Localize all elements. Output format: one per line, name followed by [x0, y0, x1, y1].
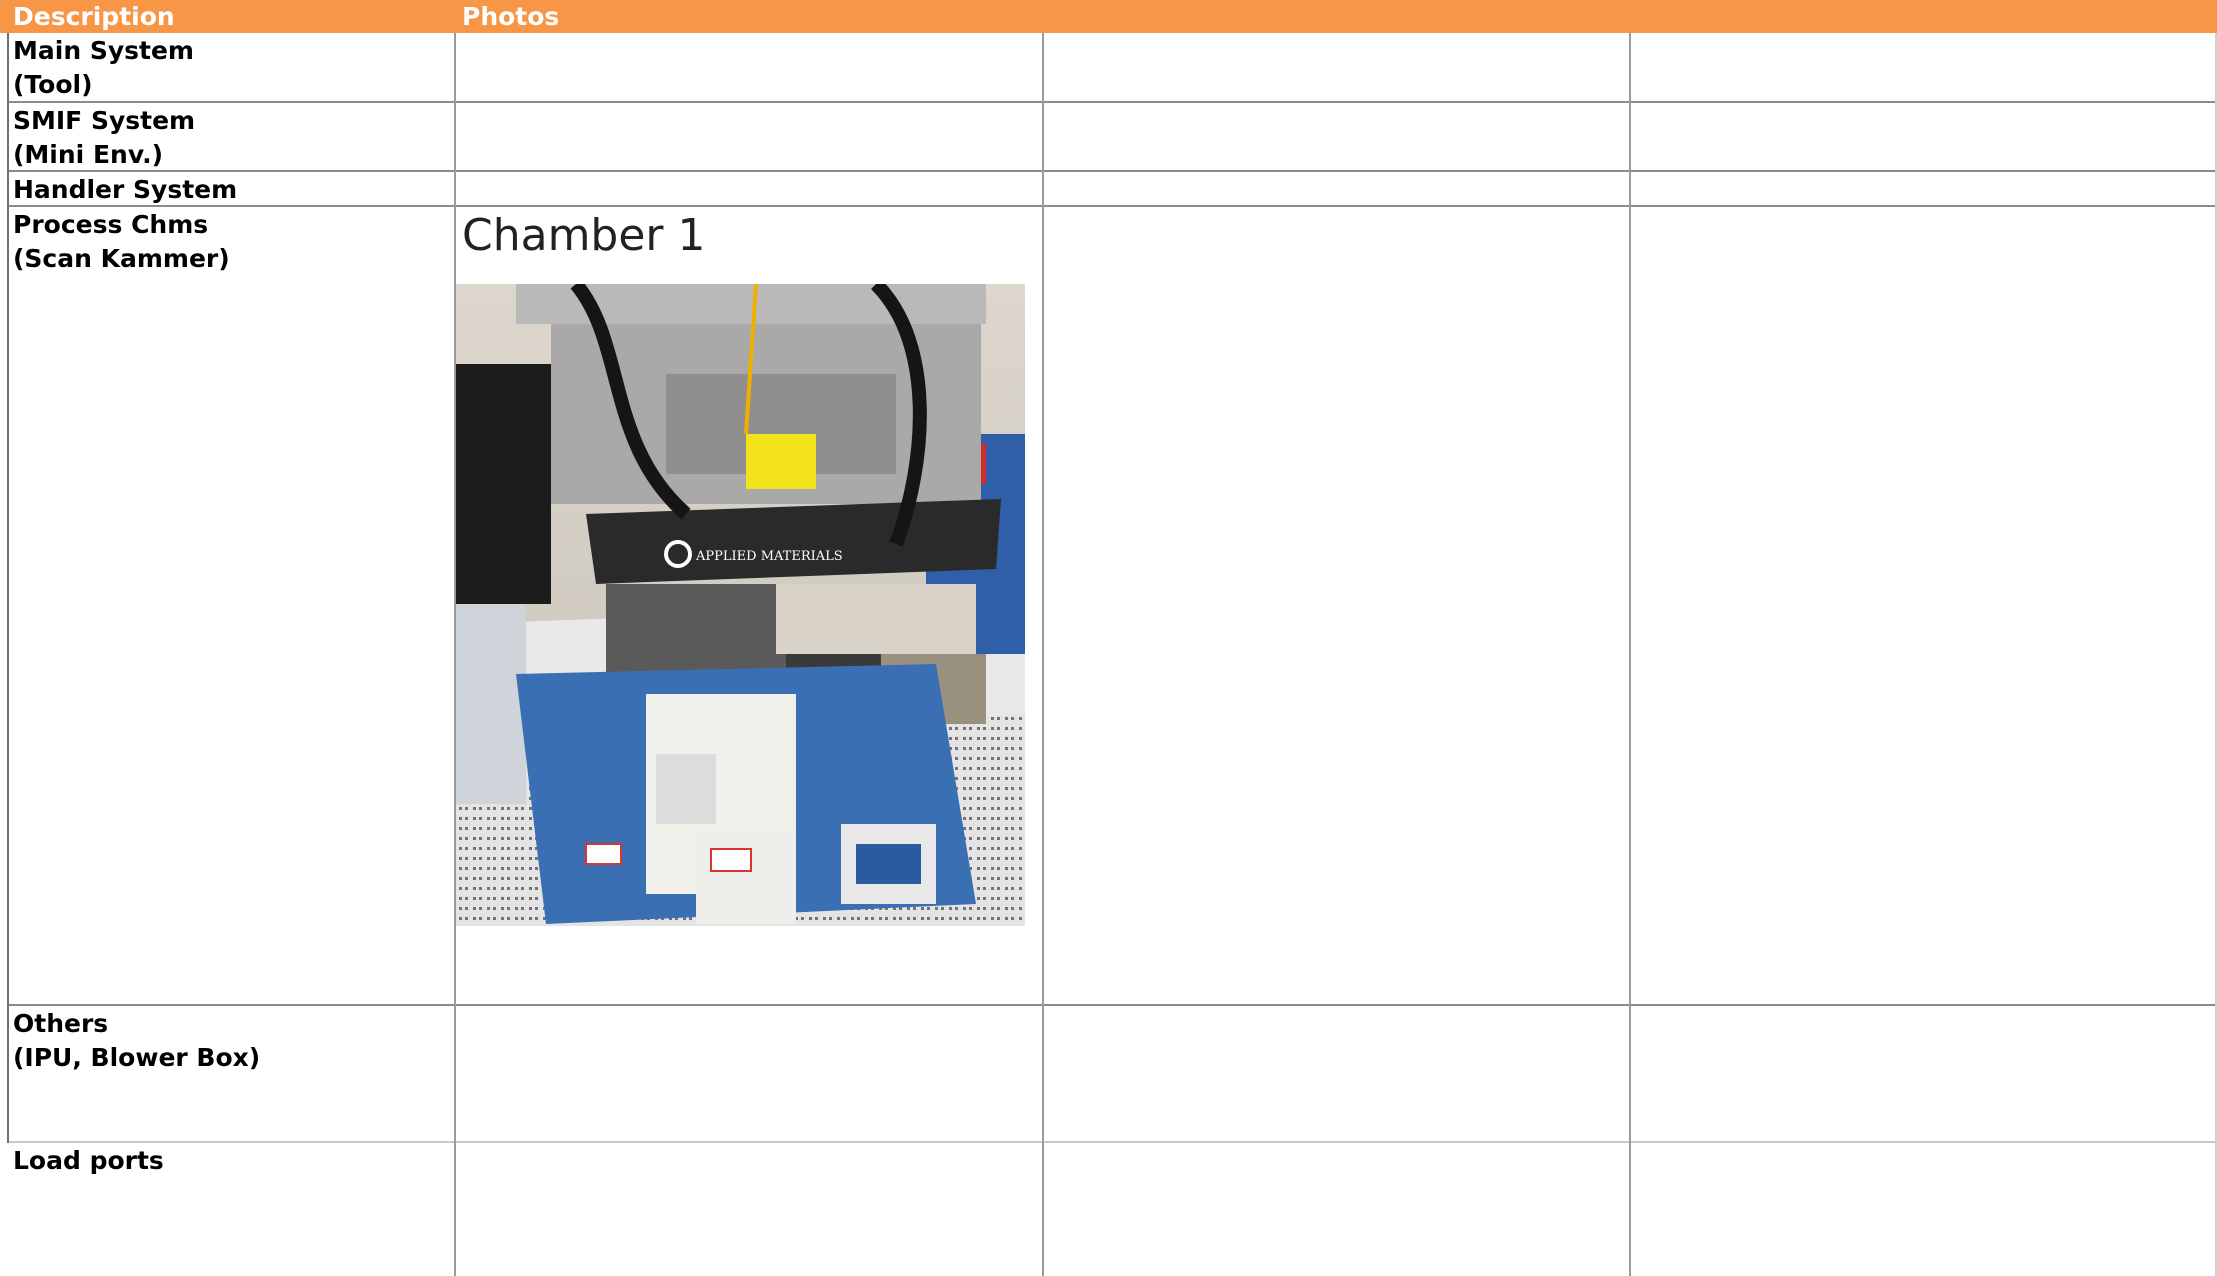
- row-label-process-chms: Process Chms (Scan Kammer): [13, 210, 230, 273]
- row-label-handler-system: Handler System: [13, 175, 238, 204]
- row-label-load-ports: Load ports: [13, 1146, 164, 1175]
- table-header: Description Photos: [0, 0, 2217, 33]
- row-divider: [7, 170, 2217, 172]
- photo-documentation-sheet: Description Photos Main System (Tool) SM…: [0, 0, 2217, 1276]
- column-divider: [1629, 33, 1631, 1276]
- row-label-main-system: Main System (Tool): [13, 36, 194, 99]
- column-divider: [1042, 33, 1044, 1276]
- photo-caption-chamber-1: Chamber 1: [462, 210, 706, 261]
- chamber-1-photo[interactable]: APPLIED MATERIALS: [456, 284, 1025, 926]
- row-divider: [7, 1141, 2217, 1143]
- row-divider: [7, 1004, 2217, 1006]
- column-divider: [7, 33, 9, 1143]
- row-divider: [7, 205, 2217, 207]
- header-photos: Photos: [462, 2, 560, 31]
- header-description: Description: [13, 2, 175, 31]
- row-divider: [7, 101, 2217, 103]
- row-label-smif-system: SMIF System (Mini Env.): [13, 106, 196, 169]
- applied-materials-logo-text: APPLIED MATERIALS: [695, 549, 843, 564]
- row-label-others: Others (IPU, Blower Box): [13, 1009, 261, 1072]
